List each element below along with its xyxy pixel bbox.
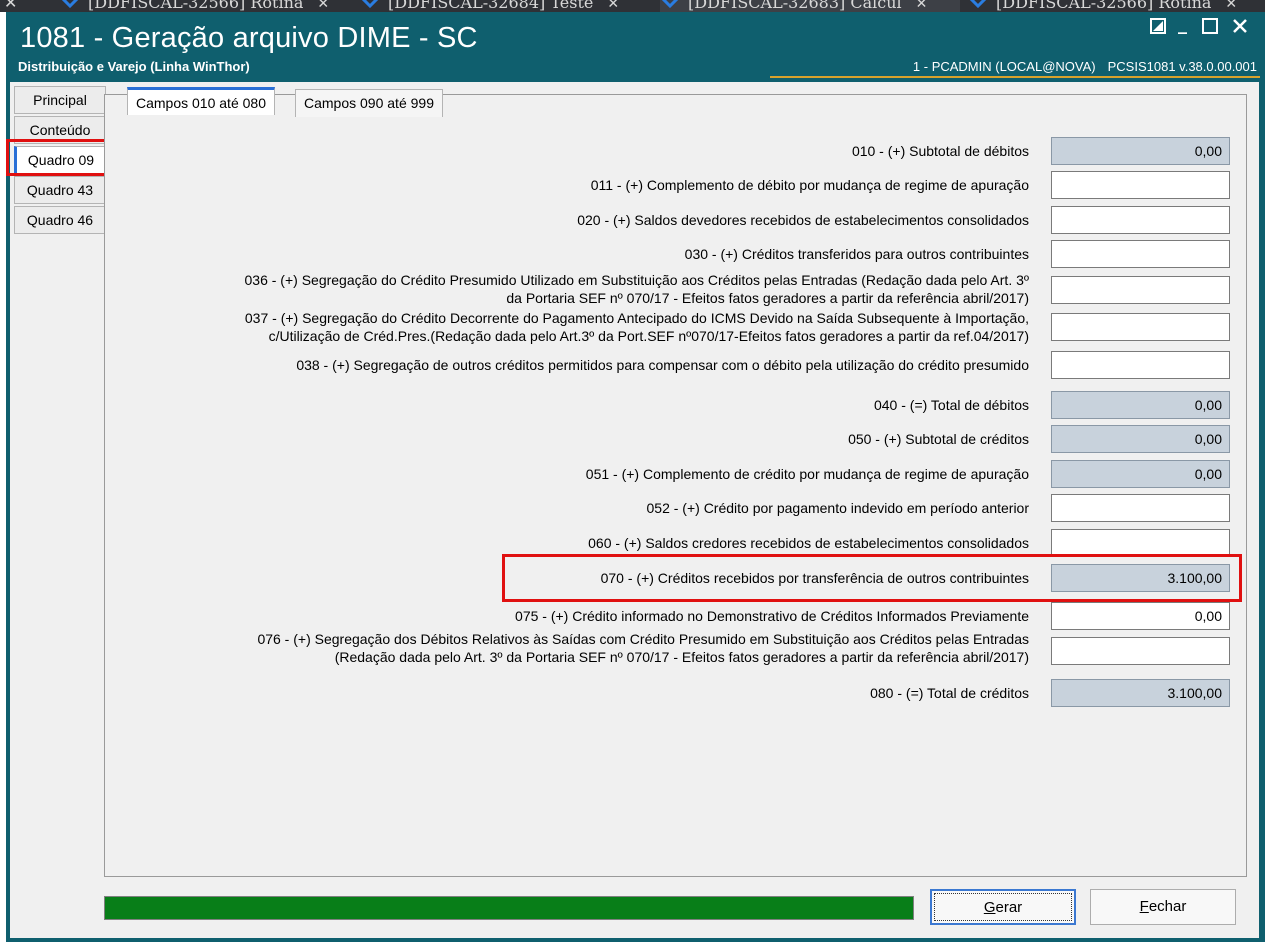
field-label-076: 076 - (+) Segregação dos Débitos Relativ… bbox=[257, 630, 1029, 666]
field-label-037: 037 - (+) Segregação do Crédito Decorren… bbox=[245, 309, 1029, 345]
field-label-020: 020 - (+) Saldos devedores recebidos de … bbox=[577, 212, 1029, 228]
field-label-036-line2: da Portaria SEF nº 070/17 - Efeitos fato… bbox=[506, 290, 1029, 306]
minimize-icon[interactable]: _ bbox=[1178, 14, 1187, 35]
jira-chevron-icon bbox=[968, 0, 988, 8]
gerar-label: erar bbox=[995, 899, 1023, 916]
fechar-mnemonic: F bbox=[1139, 898, 1149, 915]
gerar-button[interactable]: Gerar bbox=[930, 889, 1076, 925]
field-label-080: 080 - (=) Total de créditos bbox=[870, 685, 1029, 701]
jira-chevron-icon bbox=[60, 0, 80, 8]
browser-tab-close-icon[interactable]: ✕ bbox=[317, 0, 329, 12]
close-icon[interactable] bbox=[1232, 18, 1248, 39]
tab-quadro-43[interactable]: Quadro 43 bbox=[14, 176, 106, 204]
gerar-mnemonic: G bbox=[983, 899, 996, 916]
jira-chevron-icon bbox=[660, 0, 680, 8]
field-label-050: 050 - (+) Subtotal de créditos bbox=[848, 431, 1029, 447]
field-label-060: 060 - (+) Saldos credores recebidos de e… bbox=[588, 535, 1029, 551]
field-030[interactable] bbox=[1051, 240, 1230, 268]
highlight-field-070 bbox=[502, 554, 1242, 602]
browser-close-icon[interactable]: ✕ bbox=[4, 0, 17, 12]
browser-tab[interactable]: [DDFISCAL-32566] Rotina ✕ bbox=[60, 0, 329, 12]
field-076[interactable] bbox=[1051, 637, 1230, 665]
browser-tab-close-icon[interactable]: ✕ bbox=[607, 0, 619, 12]
field-label-040: 040 - (=) Total de débitos bbox=[873, 397, 1029, 413]
tab-campos-010-080[interactable]: Campos 010 até 080 bbox=[127, 87, 275, 115]
user-info: 1 - PCADMIN (LOCAL@NOVA) PCSIS1081 v.38.0… bbox=[901, 59, 1257, 74]
field-037[interactable] bbox=[1051, 313, 1230, 341]
maximize-icon[interactable] bbox=[1202, 18, 1218, 39]
field-label-030: 030 - (+) Créditos transferidos para out… bbox=[684, 246, 1029, 262]
field-label-038: 038 - (+) Segregação de outros créditos … bbox=[296, 357, 1029, 373]
field-080: 3.100,00 bbox=[1051, 679, 1230, 707]
window-body: Principal Conteúdo Quadro 09 Quadro 43 Q… bbox=[6, 82, 1259, 938]
field-038[interactable] bbox=[1051, 351, 1230, 379]
field-040: 0,00 bbox=[1051, 391, 1230, 419]
system-version: PCSIS1081 v.38.0.00.001 bbox=[1107, 59, 1257, 74]
field-010: 0,00 bbox=[1051, 137, 1230, 165]
user-label: 1 - PCADMIN (LOCAL@NOVA) bbox=[912, 59, 1096, 74]
highlight-quadro-09 bbox=[6, 139, 112, 176]
tab-principal[interactable]: Principal bbox=[14, 86, 106, 114]
browser-tab-close-icon[interactable]: ✕ bbox=[916, 0, 928, 12]
app-window: 1081 - Geração arquivo DIME - SC Distrib… bbox=[6, 12, 1265, 942]
browser-tab-label: [DDFISCAL-32566] Rotina bbox=[88, 0, 304, 12]
field-label-011: 011 - (+) Complemento de débito por muda… bbox=[590, 177, 1029, 193]
browser-tab-label: [DDFISCAL-32683] Calcul bbox=[688, 0, 902, 12]
field-051: 0,00 bbox=[1051, 460, 1230, 488]
window-title: 1081 - Geração arquivo DIME - SC bbox=[20, 22, 478, 54]
fechar-button[interactable]: Fechar bbox=[1090, 889, 1236, 925]
field-label-037-line2: c/Utilização de Créd.Pres.(Redação dada … bbox=[268, 328, 1029, 344]
title-accent-line bbox=[770, 76, 1260, 78]
field-075[interactable]: 0,00 bbox=[1051, 602, 1230, 630]
browser-tab[interactable]: [DDFISCAL-32566] Rotina ✕ bbox=[968, 0, 1237, 12]
browser-tab-close-icon[interactable]: ✕ bbox=[1225, 0, 1237, 12]
field-052[interactable] bbox=[1051, 494, 1230, 522]
title-bar[interactable]: 1081 - Geração arquivo DIME - SC Distrib… bbox=[6, 12, 1265, 82]
browser-tab[interactable]: [DDFISCAL-32684] Teste ✕ bbox=[360, 0, 619, 12]
field-label-051: 051 - (+) Complemento de crédito por mud… bbox=[585, 466, 1029, 482]
browser-tab-label: [DDFISCAL-32684] Teste bbox=[388, 0, 594, 12]
restore-icon[interactable] bbox=[1150, 18, 1166, 39]
field-label-075: 075 - (+) Crédito informado no Demonstra… bbox=[515, 608, 1029, 624]
field-label-010: 010 - (+) Subtotal de débitos bbox=[851, 143, 1029, 159]
fechar-label: echar bbox=[1148, 898, 1187, 915]
browser-tab-strip: ✕ [DDFISCAL-32566] Rotina ✕ [DDFISCAL-326… bbox=[0, 0, 1265, 12]
window-subtitle: Distribuição e Varejo (Linha WinThor) bbox=[18, 59, 250, 74]
field-label-037-line1: 037 - (+) Segregação do Crédito Decorren… bbox=[244, 310, 1029, 326]
progress-fill bbox=[105, 897, 913, 919]
jira-chevron-icon bbox=[360, 0, 380, 8]
tab-quadro-46[interactable]: Quadro 46 bbox=[14, 206, 106, 234]
field-060[interactable] bbox=[1051, 529, 1230, 557]
content-panel: Campos 010 até 080 Campos 090 até 999 01… bbox=[104, 87, 1247, 877]
field-label-052: 052 - (+) Crédito por pagamento indevido… bbox=[646, 500, 1030, 516]
field-050: 0,00 bbox=[1051, 425, 1230, 453]
tab-campos-090-999[interactable]: Campos 090 até 999 bbox=[295, 89, 443, 117]
field-011[interactable] bbox=[1051, 171, 1230, 199]
browser-tab-label: [DDFISCAL-32566] Rotina bbox=[996, 0, 1212, 12]
field-020[interactable] bbox=[1051, 206, 1230, 234]
field-label-036-line1: 036 - (+) Segregação do Crédito Presumid… bbox=[244, 272, 1030, 288]
browser-tab-active[interactable]: [DDFISCAL-32683] Calcul ✕ bbox=[660, 0, 960, 12]
field-label-036: 036 - (+) Segregação do Crédito Presumid… bbox=[245, 271, 1030, 307]
progress-bar bbox=[104, 896, 914, 920]
field-label-076-line1: 076 - (+) Segregação dos Débitos Relativ… bbox=[257, 631, 1029, 647]
field-036[interactable] bbox=[1051, 276, 1230, 304]
field-label-076-line2: (Redação dada pelo Art. 3º da Portaria S… bbox=[334, 649, 1029, 665]
